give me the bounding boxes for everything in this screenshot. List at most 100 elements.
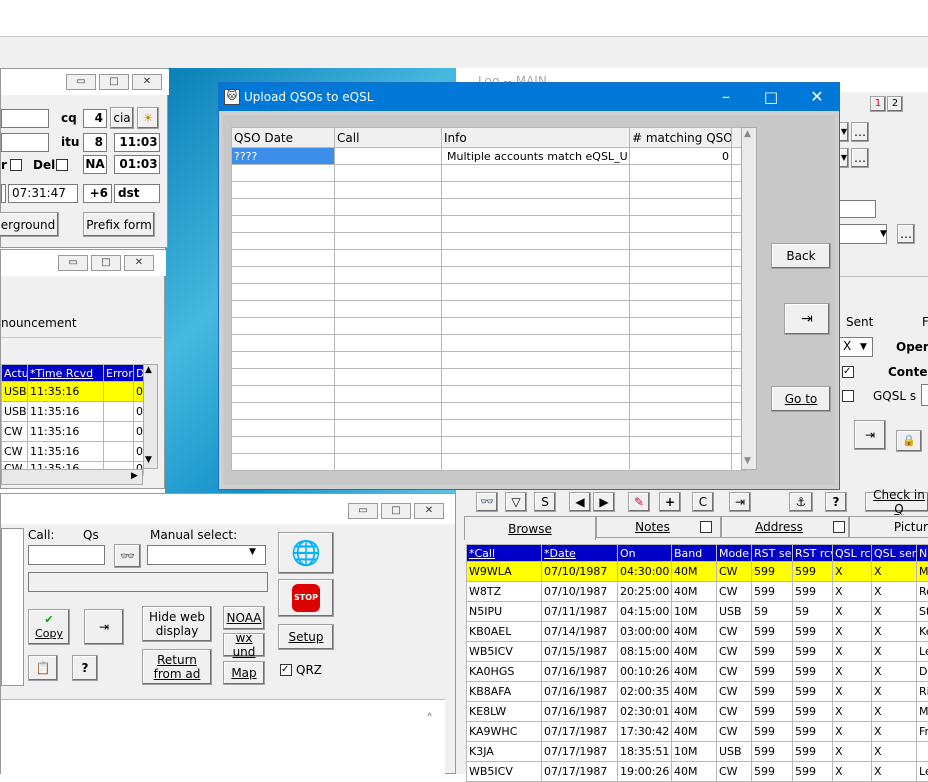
underground-button[interactable]: erground [0,212,59,237]
gqsl-checkbox[interactable] [842,390,854,402]
column-header[interactable]: # matching QSOs [630,128,732,148]
table-row[interactable]: W9WLA07/10/198704:30:0040MCW599599XXM [467,562,928,582]
next-icon[interactable]: ▶ [593,492,615,512]
close-button[interactable]: ✕ [124,255,154,271]
hide-web-display-button[interactable]: Hide web display [142,606,212,642]
column-header[interactable]: Actual [2,365,28,382]
c-button[interactable]: C [692,492,714,512]
s-button[interactable]: S [534,492,556,512]
table-row[interactable]: USB11:35:160 [2,402,144,422]
table-row[interactable] [232,352,746,369]
scroll-up-arrow-icon[interactable]: ▲ [145,365,152,375]
time-field-left[interactable] [1,184,6,203]
table-row[interactable] [232,165,746,182]
minimize-button[interactable]: ▭ [66,74,96,90]
table-row[interactable] [232,420,746,437]
spot-table[interactable]: Actual*Time RcvdErrorD USB11:35:160 USB1… [1,364,144,476]
table-row[interactable] [232,233,746,250]
scroll-down-arrow-icon[interactable]: ▼ [744,456,751,466]
edit-icon[interactable]: ✎ [628,492,650,512]
binoculars-icon[interactable]: 👓 [476,492,498,512]
chevron-up-icon[interactable]: ˄ [426,712,433,728]
sun-icon[interactable]: ☀ [137,107,159,129]
left-field-1[interactable] [1,109,49,128]
table-row[interactable]: W8TZ07/10/198720:25:0040MCW599599XXRo [467,582,928,602]
tab-2[interactable]: 2 [887,96,903,112]
del-checkbox[interactable] [56,159,68,171]
go-to-button[interactable]: Go to [771,386,831,412]
setup-button[interactable]: Setup [278,624,334,650]
gqsl-field[interactable] [921,384,928,406]
prev-icon[interactable]: ◀ [569,492,591,512]
web-display-area[interactable] [1,699,445,775]
binoculars-icon[interactable]: 👓 [114,544,141,568]
maximize-button[interactable]: □ [381,503,411,519]
table-row[interactable] [232,369,746,386]
exit-icon[interactable]: ⇥ [854,420,886,450]
table-row[interactable]: KB0AEL07/14/198703:00:0040MCW599599XXKe [467,622,928,642]
scroll-up-arrow-icon[interactable]: ▲ [744,129,751,139]
table-row[interactable] [232,403,746,420]
minimize-button[interactable]: ▭ [348,503,378,519]
table-row[interactable] [232,199,746,216]
address-checkbox[interactable] [833,521,845,533]
table-row[interactable] [232,386,746,403]
prefix-form-button[interactable]: Prefix form [83,212,155,237]
spot-table-scrollbar[interactable] [143,364,158,469]
chevron-down-icon[interactable]: ▼ [860,342,867,352]
table-row[interactable] [232,284,746,301]
chevron-down-icon[interactable]: ▼ [839,122,849,142]
cia-button[interactable]: cia [110,107,134,129]
table-row[interactable] [232,454,746,471]
sent-select[interactable]: X [839,337,873,357]
table-row[interactable] [232,318,746,335]
help-icon[interactable]: ? [72,655,98,681]
column-header[interactable]: *Time Rcvd [28,365,104,382]
table-row[interactable]: KB8AFA07/16/198702:00:3540MCW599599XXRi [467,682,928,702]
table-row[interactable] [232,335,746,352]
qrz-checkbox[interactable]: ✓ [280,664,292,676]
minimize-icon[interactable]: – [716,87,736,106]
qso-table[interactable]: QSO Date Call Info # matching QSOs ???? … [231,127,746,471]
log-table[interactable]: *Call *Date On Band Mode RST ser RST rcv… [466,544,928,782]
table-row[interactable]: N5IPU07/11/198704:15:0010MUSB5959XXSt [467,602,928,622]
table-row[interactable]: K3JA07/17/198718:35:5110MUSB599599XX [467,742,928,762]
tab-browse[interactable]: Browse [464,516,596,540]
exit-icon[interactable]: ⇥ [729,492,751,512]
copy-button[interactable]: ✔ Copy [28,609,70,645]
wx-und-button[interactable]: wx und [223,633,265,657]
tab-picture[interactable]: Pictur [849,516,928,538]
column-header[interactable]: Na [917,545,928,562]
utc-time-field[interactable]: 07:31:47 [8,184,78,203]
column-header[interactable]: D [134,365,144,382]
table-row[interactable]: KE8LW07/16/198702:30:0140MCW599599XXM [467,702,928,722]
notes-checkbox[interactable] [700,521,712,533]
column-header[interactable]: Mode [717,545,752,562]
more-button[interactable]: … [897,224,915,244]
back-button[interactable]: Back [771,243,831,269]
table-row[interactable] [232,267,746,284]
table-row[interactable]: CW11:35:160 [2,422,144,442]
maximize-button[interactable]: □ [91,255,121,271]
add-icon[interactable]: + [659,492,681,512]
more-button[interactable]: … [851,148,869,168]
table-row[interactable] [232,437,746,454]
table-row[interactable]: ???? Multiple accounts match eQSL_U 0 [232,148,746,165]
column-header[interactable]: RST rcv [793,545,833,562]
column-header[interactable]: QSO Date [232,128,335,148]
close-icon[interactable]: ✕ [807,87,827,106]
table-row[interactable] [232,301,746,318]
table-row[interactable] [232,250,746,267]
table-row[interactable]: USB11:35:160 [2,382,144,402]
column-header[interactable]: QSL rcv [833,545,872,562]
log-field-a[interactable] [839,200,876,218]
tab-notes[interactable]: Notes [596,516,721,538]
more-button[interactable]: … [851,122,869,142]
scroll-right-arrow-icon[interactable]: ▶ [131,471,138,481]
table-row[interactable]: WB5ICV07/15/198708:15:0040MCW599599XXLe [467,642,928,662]
table-row[interactable] [232,182,746,199]
r-checkbox[interactable] [10,159,22,171]
table-row[interactable]: CW11:35:160 [2,442,144,462]
horizontal-scrollbar[interactable] [1,469,143,485]
maximize-icon[interactable]: □ [761,88,781,106]
